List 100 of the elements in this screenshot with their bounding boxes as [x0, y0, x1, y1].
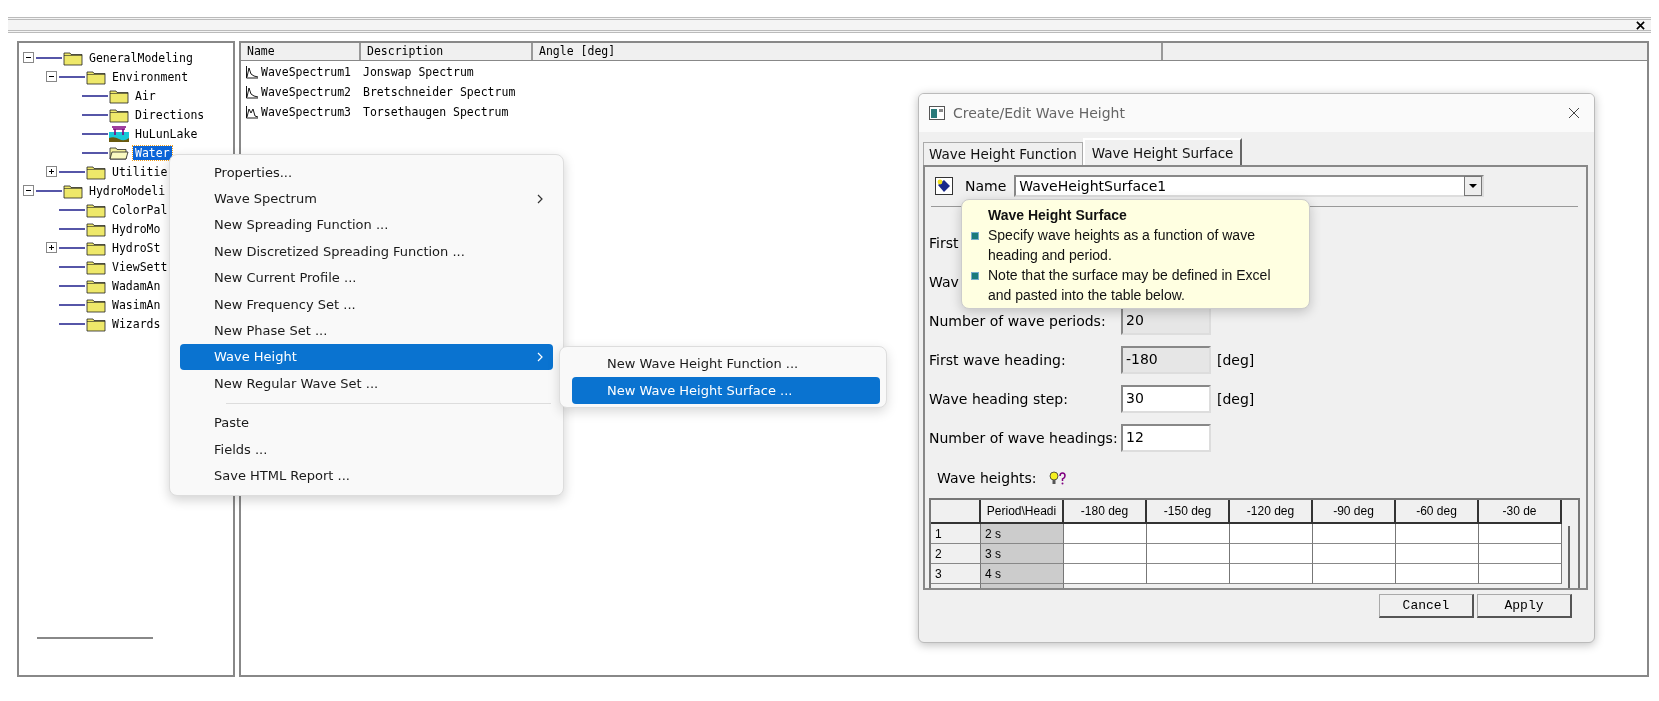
lake-icon	[109, 125, 129, 142]
menu-item[interactable]: Paste	[180, 409, 553, 436]
folder-icon	[86, 315, 106, 332]
tree-item[interactable]: Utilitie	[110, 164, 170, 179]
tooltip-text: Specify wave heights as a function of wave heading and period.	[988, 226, 1256, 265]
table-cell[interactable]	[1064, 544, 1147, 565]
field-label: Number of wave headings:	[929, 429, 1118, 446]
lightbulb-help-icon[interactable]	[1048, 470, 1069, 485]
menu-item[interactable]: New Current Profile ...	[180, 264, 553, 291]
field-label: First wave heading:	[929, 351, 1066, 368]
expander-icon[interactable]	[23, 52, 34, 63]
dialog-button[interactable]: Cancel	[1379, 594, 1474, 618]
unit-label: [deg]	[1217, 390, 1255, 407]
menu-item[interactable]: New Regular Wave Set ...	[180, 370, 553, 397]
chevron-right-icon	[537, 193, 543, 204]
tree-item[interactable]: Wizards	[110, 316, 163, 331]
menu-item[interactable]: New Spreading Function ...	[180, 211, 553, 239]
period-cell: 2 s	[981, 524, 1064, 545]
expander-icon[interactable]	[46, 242, 57, 253]
scrollbar[interactable]	[37, 637, 153, 639]
folder-icon	[86, 220, 106, 237]
folder-icon	[86, 239, 106, 256]
folder-icon	[86, 277, 106, 294]
table-cell[interactable]	[1313, 564, 1396, 585]
spectrum-description: Bretschneider Spectrum	[362, 84, 516, 99]
table-cell[interactable]	[1230, 544, 1313, 565]
menu-item[interactable]: Wave Spectrum	[180, 185, 553, 212]
menu-item[interactable]: New Discretized Spreading Function ...	[180, 238, 553, 265]
surface-icon	[935, 176, 953, 195]
scrollbar[interactable]	[1568, 526, 1570, 588]
tree-item[interactable]: ColorPal	[110, 202, 170, 217]
tree-item[interactable]: GeneralModeling	[87, 50, 195, 65]
field-label: Wav	[929, 273, 959, 290]
table-cell[interactable]	[1230, 564, 1313, 585]
close-icon[interactable]	[1568, 107, 1580, 119]
table-cell[interactable]	[1064, 564, 1147, 585]
column-header[interactable]: Description	[361, 43, 533, 60]
double-peak-curve-icon	[245, 104, 259, 119]
menu-item[interactable]: New Wave Height Surface ...	[572, 377, 880, 404]
tree-item[interactable]: HydroModeli	[87, 183, 168, 198]
input-field[interactable]: 30	[1121, 384, 1211, 413]
table-cell[interactable]	[1396, 544, 1479, 565]
bullet-icon	[971, 232, 979, 240]
column-header[interactable]: Angle [deg]	[533, 43, 1163, 60]
expander-icon[interactable]	[46, 166, 57, 177]
spectrum-name[interactable]: WaveSpectrum3	[261, 104, 351, 119]
table-cell[interactable]	[1147, 564, 1230, 585]
table-cell[interactable]	[1396, 524, 1479, 545]
table-cell[interactable]	[1479, 524, 1562, 545]
open-folder-icon	[109, 144, 129, 161]
tree-item[interactable]: Directions	[133, 107, 207, 122]
tooltip-text: Note that the surface may be defined in Excel and pasted into the table below.	[988, 266, 1272, 305]
menu-item[interactable]: New Phase Set ...	[180, 317, 553, 344]
table-label: Wave heights:	[937, 469, 1037, 486]
window-icon	[929, 106, 945, 120]
column-header[interactable]: Name	[241, 43, 361, 60]
menu-item[interactable]: New Wave Height Function ...	[572, 350, 880, 377]
menu-item[interactable]: Save HTML Report ...	[180, 462, 553, 489]
peak-curve-icon	[245, 84, 259, 99]
tree-item[interactable]: HydroSt	[110, 240, 163, 255]
folder-icon	[63, 49, 83, 66]
menu-item[interactable]: New Frequency Set ...	[180, 290, 553, 318]
table-cell[interactable]	[1147, 524, 1230, 545]
expander-icon[interactable]	[23, 185, 34, 196]
tree-item[interactable]: Water	[133, 145, 172, 160]
tree-item[interactable]: WadamAn	[110, 278, 163, 293]
tree-item[interactable]: HuLunLake	[133, 126, 200, 141]
spectrum-name[interactable]: WaveSpectrum1	[261, 64, 351, 79]
table-cell[interactable]	[1147, 544, 1230, 565]
tree-item[interactable]: WasimAn	[110, 297, 163, 312]
chevron-right-icon	[537, 351, 543, 362]
tab[interactable]: Wave Height Surface	[1082, 138, 1243, 165]
table-cell[interactable]	[1230, 524, 1313, 545]
table-cell[interactable]	[1313, 524, 1396, 545]
spectrum-description: Torsethaugen Spectrum	[362, 104, 509, 119]
table-cell[interactable]	[1479, 544, 1562, 565]
close-icon[interactable]	[1636, 20, 1645, 30]
table-cell[interactable]	[1064, 524, 1147, 545]
peak-curve-icon	[245, 64, 259, 79]
folder-icon	[86, 258, 106, 275]
table-cell[interactable]	[1479, 564, 1562, 585]
tab[interactable]: Wave Height Function	[923, 142, 1083, 165]
tree-item[interactable]: Environment	[110, 69, 191, 84]
folder-icon	[86, 163, 106, 180]
tree-item[interactable]: HydroMo	[110, 221, 163, 236]
menu-item[interactable]: Wave Height	[180, 343, 553, 371]
dialog-title: Create/Edit Wave Height	[953, 105, 1126, 121]
tree-item[interactable]: Air	[133, 88, 158, 103]
table-cell[interactable]	[1396, 564, 1479, 585]
menu-item[interactable]: Fields ...	[180, 435, 553, 463]
tree-item[interactable]: ViewSett	[110, 259, 170, 274]
spectrum-name[interactable]: WaveSpectrum2	[261, 84, 351, 99]
expander-icon[interactable]	[46, 71, 57, 82]
table-cell[interactable]	[1313, 544, 1396, 565]
folder-icon	[86, 296, 106, 313]
table-corner	[931, 500, 981, 525]
input-field[interactable]: 12	[1121, 423, 1211, 452]
dialog-button[interactable]: Apply	[1477, 594, 1572, 618]
name-combobox[interactable]: WaveHeightSurface1	[1014, 174, 1485, 197]
menu-item[interactable]: Properties...	[180, 159, 553, 186]
